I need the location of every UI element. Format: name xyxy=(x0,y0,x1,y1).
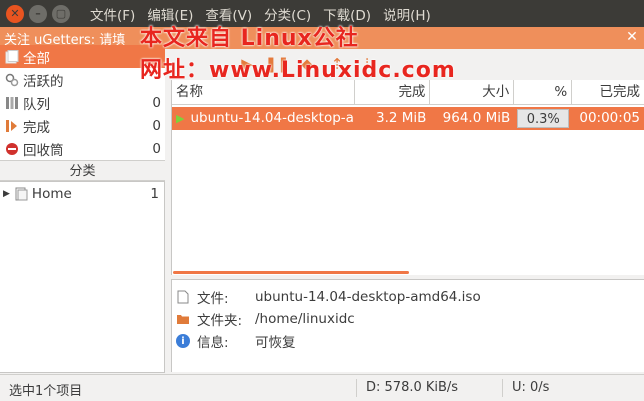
detail-file-row: 文件: ubuntu-14.04-desktop-amd64.iso xyxy=(172,286,644,308)
category-header: 分类 xyxy=(0,160,165,181)
file-icon xyxy=(175,289,191,305)
sidebar-item-queue[interactable]: 队列 0 xyxy=(0,91,165,114)
row-done: 3.2 MiB xyxy=(376,110,427,126)
row-name-cell: ▶ ubuntu-14.04-desktop-a xyxy=(172,107,355,130)
status-divider xyxy=(502,379,503,397)
info-icon-wrap: i xyxy=(175,333,191,349)
row-size: 964.0 MiB xyxy=(442,110,511,126)
upload-speed: U: 0/s xyxy=(512,380,550,395)
info-icon: i xyxy=(176,334,190,348)
column-elapsed[interactable]: 已完成 xyxy=(572,80,644,105)
category-tree: ▶ Home 1 xyxy=(0,181,165,373)
sidebar-item-count: 0 xyxy=(152,117,161,134)
sidebar-item-label: 队列 xyxy=(23,96,50,113)
detail-folder-row: 文件夹: /home/linuxidc xyxy=(172,308,644,330)
watermark-line-2: 网址：www.Linuxidc.com xyxy=(140,58,456,83)
detail-file-value: ubuntu-14.04-desktop-amd64.iso xyxy=(255,289,481,305)
detail-file-label: 文件: xyxy=(197,291,229,307)
details-panel: 文件: ubuntu-14.04-desktop-amd64.iso 文件夹: … xyxy=(171,279,644,372)
column-percent[interactable]: % xyxy=(514,80,573,105)
category-label: Home xyxy=(31,186,72,202)
close-window-button[interactable]: ✕ xyxy=(6,4,24,23)
sidebar-item-label: 完成 xyxy=(23,119,50,136)
expand-arrow-icon[interactable]: ▶ xyxy=(3,189,10,199)
window-controls: ✕ – ▢ xyxy=(6,4,70,23)
status-divider xyxy=(356,379,357,397)
row-elapsed: 00:00:05 xyxy=(579,110,640,126)
category-icon xyxy=(13,186,29,202)
detail-info-value: 可恢复 xyxy=(255,335,296,351)
category-count: 1 xyxy=(150,186,159,202)
sidebar-item-recycle[interactable]: 回收筒 0 xyxy=(0,137,165,160)
category-item-home[interactable]: ▶ Home 1 xyxy=(0,182,164,206)
sidebar-item-count: 0 xyxy=(152,94,161,111)
all-icon xyxy=(4,49,20,65)
maximize-window-button[interactable]: ▢ xyxy=(52,4,70,23)
status-bar: 选中1个项目 D: 578.0 KiB/s U: 0/s xyxy=(0,374,644,401)
detail-info-row: i 信息: 可恢复 xyxy=(172,330,644,352)
table-row[interactable]: ▶ ubuntu-14.04-desktop-a 3.2 MiB 964.0 M… xyxy=(172,107,644,130)
horizontal-scrollbar[interactable] xyxy=(173,271,409,274)
download-speed: D: 578.0 KiB/s xyxy=(366,380,459,395)
progress-box: 0.3% xyxy=(517,109,570,128)
minimize-window-button[interactable]: – xyxy=(29,4,47,23)
queue-icon xyxy=(4,95,20,111)
row-name: ubuntu-14.04-desktop-a xyxy=(190,110,354,126)
watermark-line-1: 本文来自 Linux公社 xyxy=(140,26,359,51)
row-percent-cell: 0.3% xyxy=(514,107,572,130)
sidebar-item-finished[interactable]: 完成 0 xyxy=(0,114,165,137)
menu-help[interactable]: 说明(H) xyxy=(377,4,437,24)
notice-close-button[interactable]: ✕ xyxy=(624,28,640,46)
finished-icon xyxy=(4,118,20,134)
play-icon: ▶ xyxy=(176,112,185,125)
folder-icon xyxy=(175,311,191,327)
menu-file[interactable]: 文件(F) xyxy=(84,4,141,24)
sidebar-item-label: 回收筒 xyxy=(23,142,64,159)
active-icon xyxy=(4,72,20,88)
sidebar-item-count: 0 xyxy=(152,140,161,157)
download-table: 名称 完成 大小 % 已完成 ▶ ubuntu-14.04-desktop-a … xyxy=(171,80,644,275)
detail-folder-value: /home/linuxidc xyxy=(255,311,355,327)
detail-info-label: 信息: xyxy=(197,335,229,351)
sidebar: 全部 活跃的 队列 0 完成 0 回收筒 0 分类 ▶ Home 1 xyxy=(0,45,165,373)
detail-folder-label: 文件夹: xyxy=(197,313,243,329)
selection-status: 选中1个项目 xyxy=(9,384,83,399)
recycle-icon xyxy=(4,141,20,157)
